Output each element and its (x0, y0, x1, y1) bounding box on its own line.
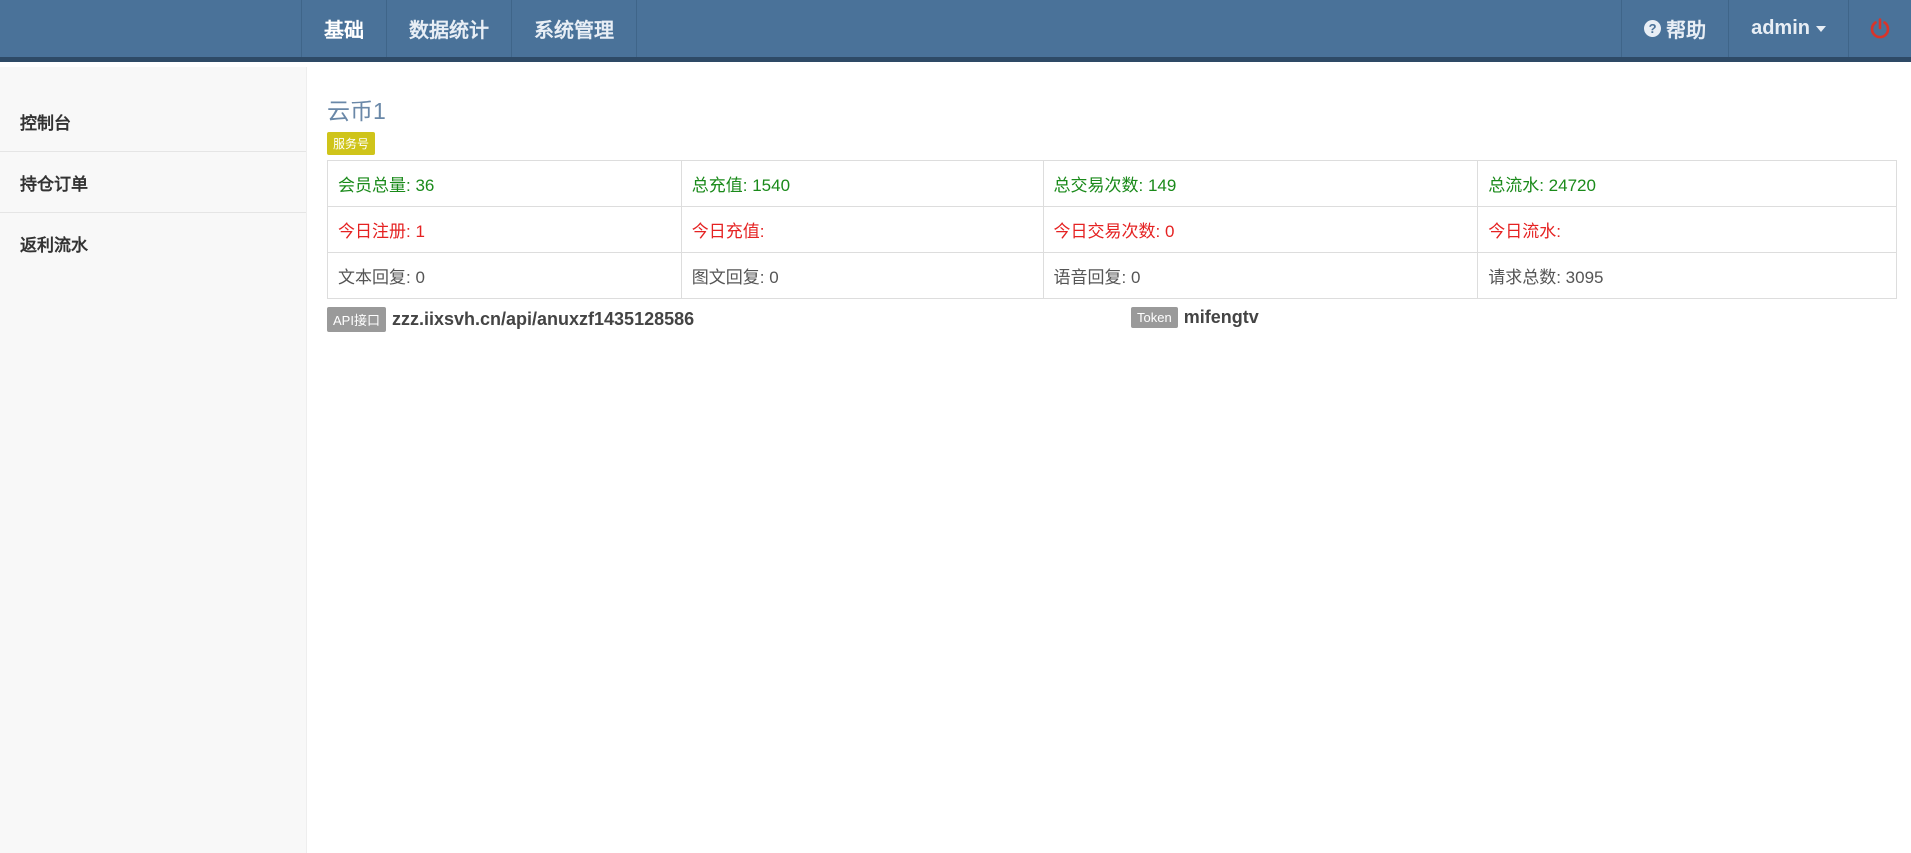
stat-voice-replies: 语音回复: 0 (1042, 252, 1479, 299)
service-badge: 服务号 (327, 132, 376, 155)
stat-news-replies: 图文回复: 0 (680, 252, 1044, 299)
page-title: 云币1 (327, 98, 386, 124)
stat-total-members: 会员总量: 36 (327, 160, 682, 207)
main-nav: 基础 数据统计 系统管理 (301, 0, 637, 57)
table-row: 今日注册: 1 今日充值: 今日交易次数: 0 今日流水: (327, 206, 1897, 253)
sidebar-item-rebates[interactable]: 返利流水 (0, 213, 306, 274)
token-value: mifengtv (1183, 307, 1259, 327)
stat-total-requests: 请求总数: 3095 (1477, 252, 1897, 299)
stat-today-registrations: 今日注册: 1 (327, 206, 682, 253)
stat-text-replies: 文本回复: 0 (327, 252, 682, 299)
help-link[interactable]: ? 帮助 (1622, 0, 1730, 57)
top-navbar: 基础 数据统计 系统管理 ? 帮助 admin (0, 0, 1911, 62)
stat-total-trades: 总交易次数: 149 (1042, 160, 1479, 207)
table-row: 文本回复: 0 图文回复: 0 语音回复: 0 请求总数: 3095 (327, 252, 1897, 299)
stat-today-flow: 今日流水: (1477, 206, 1897, 253)
sidebar-item-console[interactable]: 控制台 (0, 91, 306, 152)
nav-tab-stats[interactable]: 数据统计 (387, 0, 512, 57)
token-badge: Token (1131, 307, 1178, 328)
main-content: 云币1 服务号 会员总量: 36 总充值: 1540 总交易次数: 149 总流… (327, 67, 1897, 343)
user-dropdown[interactable]: admin (1729, 0, 1849, 57)
nav-tab-basic[interactable]: 基础 (302, 0, 387, 57)
api-endpoint: API接口 zzz.iixsvh.cn/api/anuxzf1435128586 (327, 307, 694, 332)
stats-table: 会员总量: 36 总充值: 1540 总交易次数: 149 总流水: 24720… (327, 160, 1897, 299)
power-icon (1870, 17, 1890, 38)
api-badge: API接口 (327, 307, 386, 332)
user-name: admin (1751, 17, 1810, 39)
caret-down-icon (1816, 25, 1826, 32)
question-circle-icon: ? (1644, 20, 1662, 37)
sidebar-item-positions[interactable]: 持仓订单 (0, 152, 306, 213)
logout-button[interactable] (1849, 0, 1911, 57)
table-row: 会员总量: 36 总充值: 1540 总交易次数: 149 总流水: 24720 (327, 160, 1897, 207)
stat-total-flow: 总流水: 24720 (1477, 160, 1897, 207)
sidebar: 控制台 持仓订单 返利流水 (0, 67, 307, 853)
help-label: 帮助 (1666, 20, 1707, 42)
api-url: zzz.iixsvh.cn/api/anuxzf1435128586 (391, 309, 695, 329)
stat-today-recharge: 今日充值: (680, 206, 1044, 253)
token-info: Token mifengtv (1131, 307, 1259, 328)
stat-total-recharge: 总充值: 1540 (680, 160, 1044, 207)
api-info: API接口 zzz.iixsvh.cn/api/anuxzf1435128586… (327, 307, 1897, 343)
stat-today-trades: 今日交易次数: 0 (1042, 206, 1479, 253)
nav-tab-system[interactable]: 系统管理 (512, 0, 637, 57)
user-nav: ? 帮助 admin (1621, 0, 1911, 57)
